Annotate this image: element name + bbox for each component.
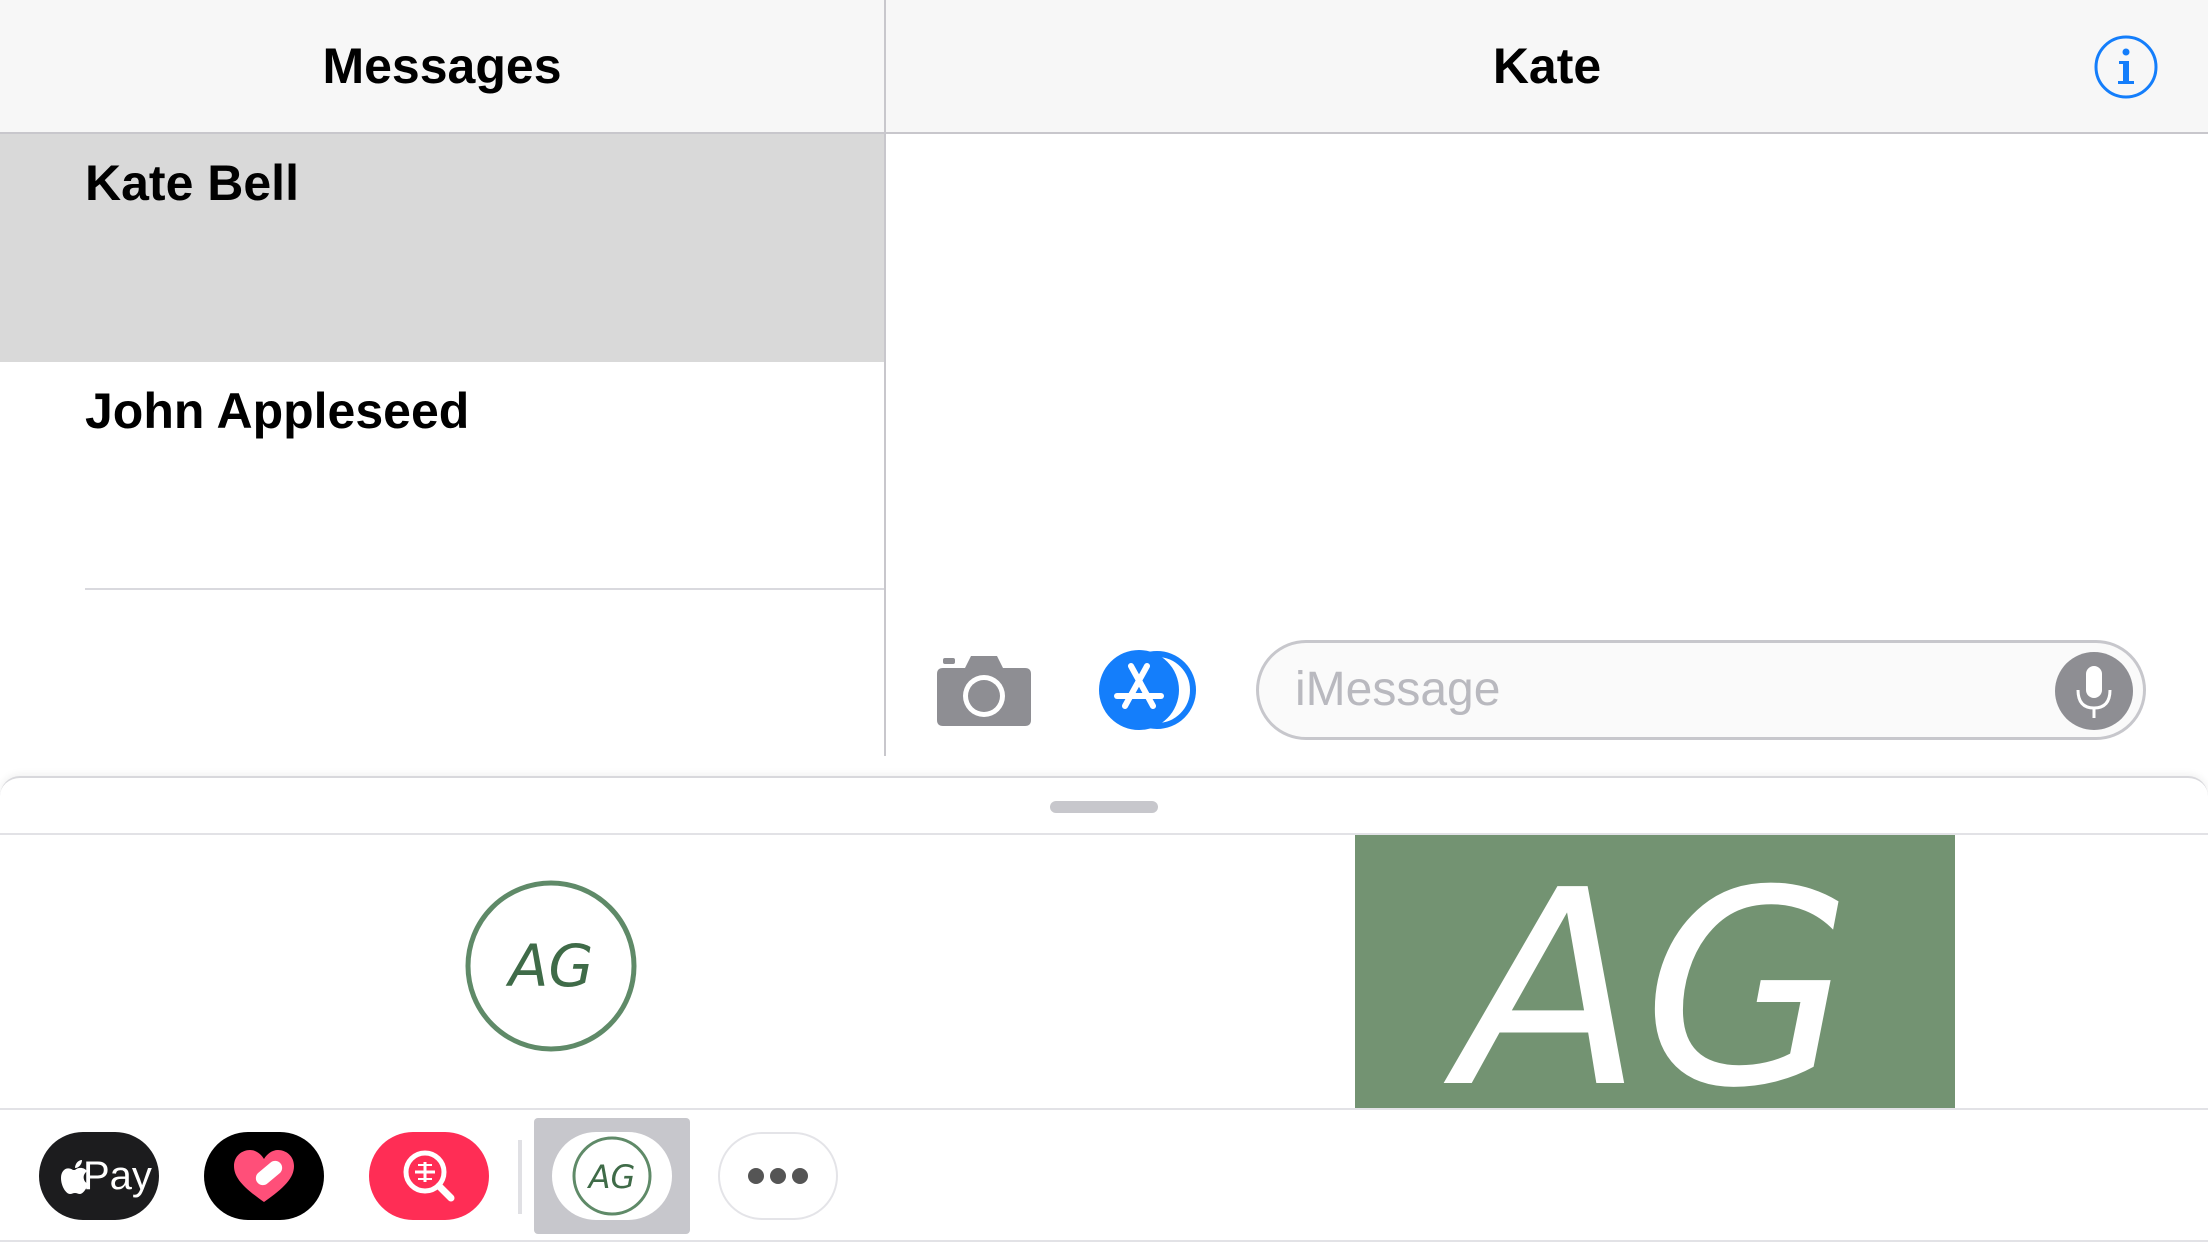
conversation-list-title: Messages: [322, 38, 562, 94]
search-app-button[interactable]: [369, 1132, 489, 1220]
info-button[interactable]: [2093, 34, 2159, 100]
conversation-row-kate-bell[interactable]: Kate Bell: [0, 134, 884, 362]
conversation-row-john-appleseed[interactable]: John Appleseed: [0, 362, 884, 590]
heart-app-button[interactable]: [204, 1132, 324, 1220]
heart-bandage-icon: [234, 1150, 294, 1202]
camera-icon: [937, 656, 1031, 726]
sticker-small-text: AG: [505, 932, 594, 1000]
conversation-name: John Appleseed: [85, 383, 470, 439]
row-separator: [85, 588, 884, 590]
globe-search-icon: [403, 1150, 455, 1202]
app-store-button[interactable]: [1095, 650, 1207, 730]
sticker-large-text: AG: [1441, 835, 1852, 1108]
app-strip-divider: [518, 1140, 522, 1214]
app-store-icon: [1099, 650, 1196, 730]
conversation-title: Kate: [1492, 38, 1602, 94]
apple-pay-label: Pay: [83, 1154, 152, 1198]
conversation-name: Kate Bell: [85, 155, 299, 211]
microphone-icon: [2076, 666, 2112, 718]
apple-pay-app-button[interactable]: Pay: [39, 1132, 159, 1220]
drawer-grabber[interactable]: [1050, 801, 1158, 813]
more-apps-button[interactable]: [718, 1132, 838, 1220]
info-circle-icon: [2094, 35, 2158, 99]
camera-button[interactable]: [935, 650, 1033, 728]
imessage-input[interactable]: iMessage: [1256, 640, 2146, 740]
sticker-ag-circle[interactable]: AG: [465, 880, 637, 1052]
app-strip-separator: [0, 1108, 2208, 1110]
ag-app-icon: AG: [572, 1136, 652, 1216]
ag-large-sticker-icon: AG: [1441, 832, 1852, 1147]
ag-app-button[interactable]: AG: [552, 1132, 672, 1220]
sticker-ag-large[interactable]: AG: [1355, 832, 1955, 1147]
ag-app-label: AG: [587, 1158, 636, 1196]
ag-sticker-icon: AG: [465, 880, 637, 1052]
ellipsis-icon: [748, 1168, 808, 1184]
imessage-placeholder: iMessage: [1295, 663, 1501, 716]
microphone-button[interactable]: [2055, 652, 2133, 730]
